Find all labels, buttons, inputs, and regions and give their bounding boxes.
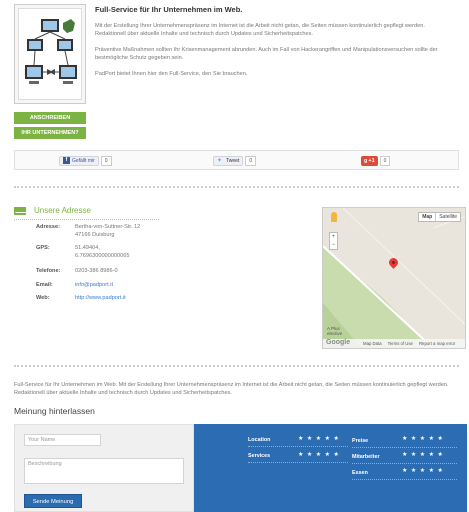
- twitter-tweet: ✦ Tweet 0: [213, 154, 257, 167]
- page-title: Full-Service für Ihr Unternehmen im Web.: [95, 5, 243, 14]
- rating-stars-services[interactable]: ★★★★★: [298, 451, 342, 458]
- address-label: Adresse:: [36, 224, 60, 230]
- anschreiben-button[interactable]: ANSCHREIBEN: [14, 112, 86, 124]
- address-header: Unsere Adresse: [14, 206, 91, 215]
- facebook-like-label: Gefällt mir: [72, 157, 95, 164]
- report-map-error-link[interactable]: Report a map error: [419, 341, 455, 346]
- rating-stars-mitarbeiter[interactable]: ★★★★★: [402, 451, 446, 458]
- intro-content: Full-Service für Ihr Unternehmen im Web.…: [95, 5, 457, 86]
- email-label: Email:: [36, 282, 53, 288]
- intro-paragraph-2: Präventive Maßnahmen sollten Ihr Krisenm…: [95, 47, 438, 61]
- map-type-map[interactable]: Map: [419, 213, 437, 221]
- rating-label-essen: Essen: [352, 470, 368, 476]
- telefone-value: 0203-386 8986-0: [75, 268, 118, 274]
- rating-stars-essen[interactable]: ★★★★★: [402, 467, 446, 474]
- rating-divider: [352, 463, 457, 464]
- map-terrain: [323, 208, 465, 348]
- google-logo: Google: [326, 339, 351, 346]
- gps-label: GPS:: [36, 245, 50, 251]
- rating-stars-preise[interactable]: ★★★★★: [402, 435, 446, 442]
- business-logo: [14, 4, 86, 104]
- facebook-like-button[interactable]: f Gefällt mir: [59, 155, 99, 166]
- rating-panel: Location ★★★★★ Preise ★★★★★ Services ★★★…: [194, 424, 467, 512]
- rating-stars-location[interactable]: ★★★★★: [298, 435, 342, 442]
- tweet-button[interactable]: ✦ Tweet: [213, 155, 244, 166]
- section-divider: [14, 365, 459, 367]
- map-type-satellite[interactable]: Satellite: [436, 213, 460, 221]
- description-textarea[interactable]: Beschreibung: [24, 458, 184, 484]
- intro-paragraph-3: PadPort bietet Ihnen hier den Full-Servi…: [95, 71, 248, 77]
- name-input[interactable]: Your Name: [24, 434, 101, 446]
- zoom-out-button[interactable]: −: [330, 241, 337, 249]
- envelope-icon: [14, 206, 26, 215]
- zoom-control: + −: [329, 232, 338, 250]
- email-link[interactable]: info@padport.it: [75, 282, 195, 290]
- map-type-control: Map Satellite: [418, 212, 461, 222]
- tweet-label: Tweet: [226, 157, 240, 164]
- address-value: Bertha-von-Suttner-Str. 12 47166 Duisbur…: [75, 224, 141, 238]
- rating-divider: [352, 447, 457, 448]
- google-plus-count: 0: [379, 155, 391, 166]
- web-label: Web:: [36, 295, 50, 301]
- map-data-link[interactable]: Map Data: [363, 341, 382, 346]
- rating-label-preise: Preise: [352, 438, 369, 444]
- facebook-like-count: 0: [100, 155, 112, 166]
- terms-of-use-link[interactable]: Terms of Use: [388, 341, 413, 346]
- section-divider: [14, 186, 459, 188]
- map-controls: + −: [329, 212, 339, 250]
- twitter-bird-icon: ✦: [217, 157, 223, 164]
- send-review-button[interactable]: Sende Meinung: [24, 494, 82, 508]
- ihr-unternehmen-button[interactable]: IHR UNTERNEHMEN?: [14, 127, 86, 139]
- rating-label-services: Services: [248, 453, 271, 459]
- location-map[interactable]: + − Map Satellite A Plus elective Map Da…: [322, 207, 466, 349]
- rating-label-location: Location: [248, 437, 271, 443]
- rating-divider: [248, 462, 348, 463]
- google-plus-one: g +1 0: [361, 154, 391, 167]
- facebook-icon: f: [63, 157, 70, 164]
- zoom-in-button[interactable]: +: [330, 233, 337, 241]
- google-plus-button[interactable]: g +1: [361, 155, 378, 166]
- map-place-label: A Plus elective: [327, 326, 343, 336]
- street-view-pegman-icon[interactable]: [331, 212, 337, 222]
- facebook-like: f Gefällt mir 0: [59, 154, 112, 167]
- address-divider: [14, 219, 159, 220]
- rating-label-mitarbeiter: Mitarbeiter: [352, 454, 380, 460]
- rating-divider: [352, 479, 457, 480]
- review-form: Your Name Beschreibung Sende Meinung: [14, 424, 194, 512]
- review-heading: Meinung hinterlassen: [14, 406, 95, 416]
- address-heading: Unsere Adresse: [34, 206, 91, 215]
- tweet-count: 0: [245, 155, 257, 166]
- web-link[interactable]: http://www.padport.it: [75, 295, 195, 303]
- intro-paragraph-1: Mit der Erstellung Ihrer Unternehmensprä…: [95, 23, 425, 37]
- computer-network-illustration: [19, 9, 81, 99]
- social-share-bar: f Gefällt mir 0 ✦ Tweet 0 g +1 0: [14, 150, 459, 170]
- google-plus-label: +1: [368, 157, 375, 164]
- google-plus-icon: g: [364, 157, 368, 164]
- gps-value: 51.49404, 6.7696300000000065: [75, 245, 130, 259]
- rating-divider: [248, 446, 348, 447]
- business-description: Full-Service für Ihr Unternehmen im Web.…: [14, 382, 449, 396]
- telefone-label: Telefone:: [36, 268, 61, 274]
